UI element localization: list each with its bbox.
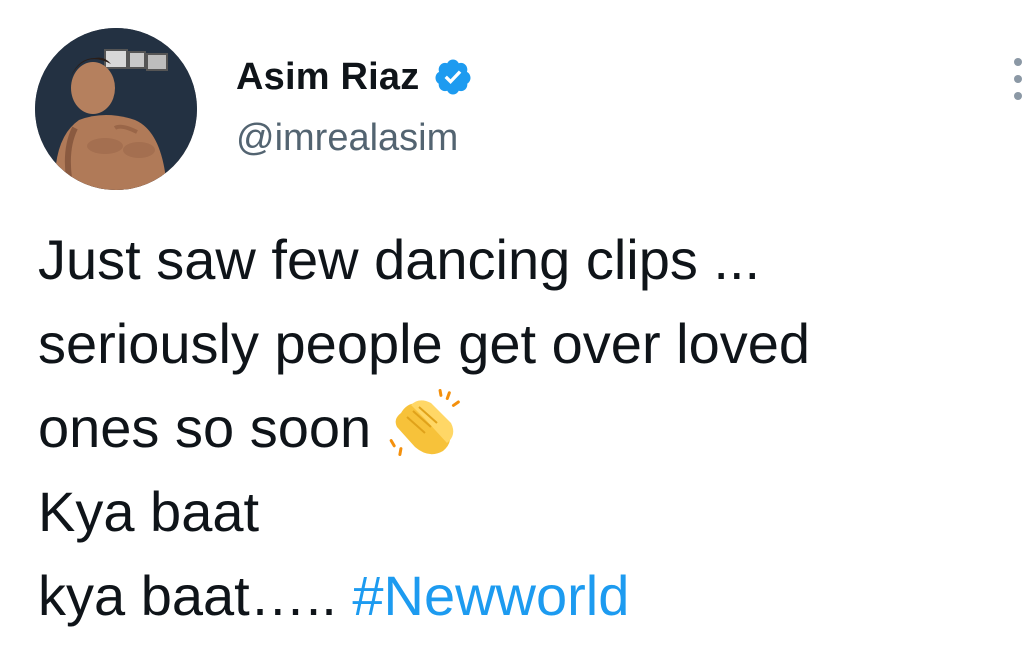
- avatar-photo: [35, 28, 197, 190]
- hashtag-link[interactable]: #Newworld: [352, 564, 629, 627]
- avatar[interactable]: [35, 28, 197, 190]
- author-display-name[interactable]: Asim Riaz: [236, 56, 419, 99]
- tweet-text: Just saw few dancing clips ... seriously…: [38, 218, 998, 638]
- author-handle[interactable]: @imrealasim: [236, 117, 458, 160]
- tweet-line-5: kya baat….. #Newworld: [38, 554, 998, 638]
- tweet-card: Asim Riaz @imrealasim Just saw few danci…: [0, 0, 1025, 649]
- verified-badge-icon: [435, 59, 471, 95]
- tweet-line-3: ones so soon: [38, 386, 998, 470]
- tweet-line-2: seriously people get over loved: [38, 312, 811, 375]
- tweet-line-4: Kya baat: [38, 480, 260, 543]
- tweet-line-1: Just saw few dancing clips ...: [38, 228, 761, 291]
- tweet-line-3-text: ones so soon: [38, 396, 372, 459]
- more-options-icon[interactable]: [1012, 58, 1024, 100]
- author-name-row[interactable]: Asim Riaz: [236, 54, 473, 100]
- clapping-hands-emoji: [389, 389, 460, 457]
- tweet-line-5-text: kya baat…..: [38, 564, 353, 627]
